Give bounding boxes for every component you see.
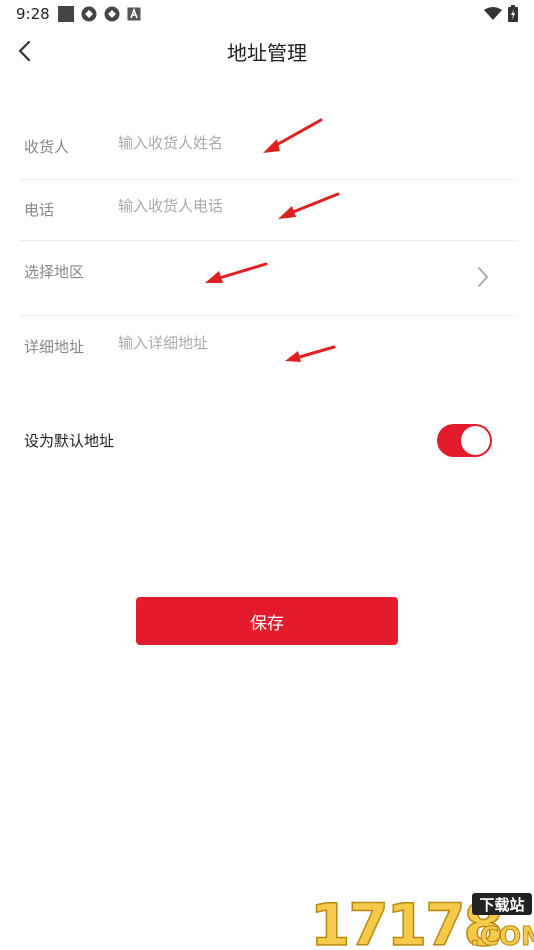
recipient-label: 收货人: [24, 138, 70, 156]
square-notification-icon: [58, 6, 74, 22]
default-address-row: 设为默认地址: [0, 420, 534, 460]
annotation-arrow-icon: [285, 345, 336, 362]
phone-input[interactable]: [118, 197, 418, 215]
phone-row: 电话: [20, 180, 517, 241]
status-time: 9:28: [16, 5, 50, 23]
default-address-toggle[interactable]: [437, 424, 492, 457]
default-address-label: 设为默认地址: [24, 432, 115, 450]
page-title: 地址管理: [227, 41, 307, 65]
address-row: 详细地址: [20, 316, 517, 378]
region-label: 选择地区: [24, 263, 85, 281]
battery-icon: [508, 5, 518, 22]
status-bar: 9:28: [0, 0, 534, 30]
status-system-icons: [484, 5, 518, 22]
app-icon: [104, 6, 120, 22]
app-icon: [81, 6, 97, 22]
watermark-logo: 17178 下载站 .COM: [310, 890, 534, 950]
save-button[interactable]: 保存: [136, 597, 398, 645]
address-label: 详细地址: [24, 338, 85, 356]
watermark-tag: 下载站: [479, 896, 524, 914]
chevron-right-icon: [478, 267, 489, 287]
header: 地址管理: [0, 30, 534, 72]
address-input[interactable]: [118, 334, 418, 352]
status-notification-icons: [58, 6, 141, 22]
a-icon: [127, 7, 141, 21]
annotation-arrow-icon: [263, 118, 323, 153]
annotation-arrow-icon: [278, 192, 340, 219]
watermark-suffix: .COM: [470, 922, 534, 950]
phone-label: 电话: [24, 201, 55, 219]
annotation-arrow-icon: [205, 262, 268, 283]
wifi-icon: [484, 6, 502, 20]
toggle-knob: [461, 426, 490, 455]
